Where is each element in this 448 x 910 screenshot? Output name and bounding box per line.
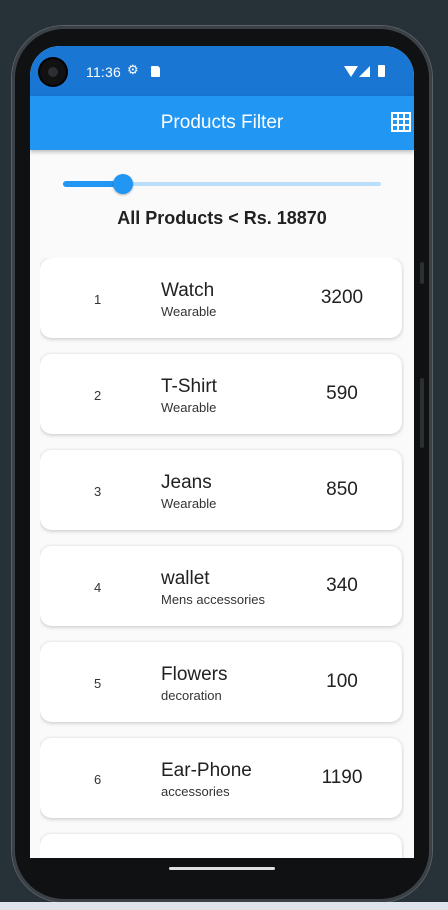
product-card[interactable]: 3 Jeans Wearable 850 [40,450,402,530]
product-card[interactable]: 6 Ear-Phone accessories 1190 [40,738,402,818]
slider-thumb[interactable] [113,174,133,194]
sd-card-icon [151,66,160,77]
product-index: 3 [94,484,102,499]
settings-sync-icon: ⚙ [127,62,139,77]
product-price: 100 [326,671,358,692]
product-name: Flowers [161,664,228,685]
product-name: Ear-Phone [161,760,252,781]
product-category: Mens accessories [161,592,266,607]
bottom-strip [0,902,448,910]
product-name: Watch [161,280,215,301]
product-category: accessories [161,784,230,799]
product-card[interactable]: 2 T-Shirt Wearable 590 [40,354,402,434]
product-price: 340 [326,575,358,596]
cell-signal-icon [359,66,370,77]
status-time: 11:36 [86,64,121,80]
product-name: Jeans [161,472,212,493]
home-indicator[interactable] [169,867,275,870]
volume-button [420,378,424,448]
status-bar: 11:36 ⚙ [30,46,414,96]
product-card[interactable]: 1 Watch Wearable 3200 [40,258,402,338]
product-index: 2 [94,388,102,403]
power-button [420,262,424,284]
product-category: Wearable [161,304,217,319]
product-card[interactable]: 4 wallet Mens accessories 340 [40,546,402,626]
app-screen: 11:36 ⚙ Products Filter All Products < R… [30,46,414,858]
product-category: decoration [161,688,222,703]
system-nav-bar [30,858,414,886]
front-camera [40,59,66,85]
product-index: 1 [94,292,102,307]
product-price: 590 [326,383,358,404]
product-index: 6 [94,772,102,787]
grid-view-icon[interactable] [391,112,411,132]
battery-icon [378,65,385,77]
product-name: T-Shirt [161,376,217,397]
product-category: Wearable [161,400,217,415]
product-price: 3200 [320,287,364,308]
price-slider[interactable] [63,174,381,194]
product-index: 4 [94,580,102,595]
app-bar: Products Filter [30,96,414,150]
product-price: 850 [326,479,358,500]
product-index: 5 [94,676,102,691]
product-list[interactable]: 1 Watch Wearable 3200 2 T-Shirt Wearable… [40,258,404,858]
product-price: 1190 [321,767,363,788]
wifi-icon [344,66,358,77]
app-title: Products Filter [160,112,284,133]
product-card[interactable]: 5 Flowers decoration 100 [40,642,402,722]
product-category: Wearable [161,496,217,511]
product-card-partial[interactable] [40,834,402,858]
product-name: wallet [161,568,210,589]
price-filter-label: All Products < Rs. 18870 [117,208,327,228]
